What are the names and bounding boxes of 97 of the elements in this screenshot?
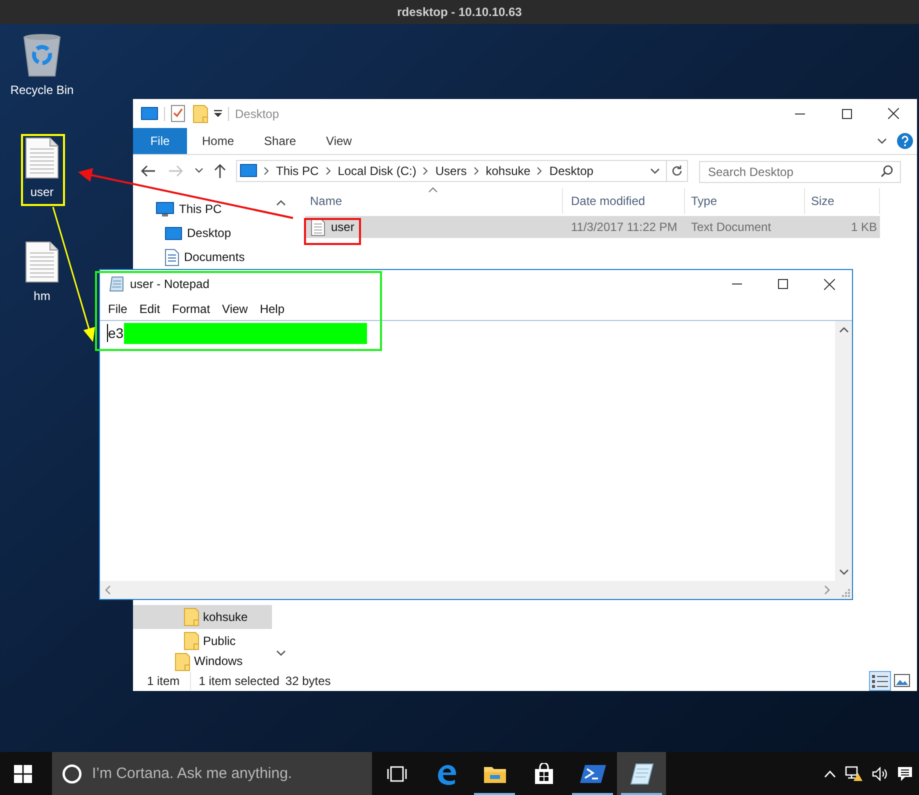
nav-item[interactable]: Documents	[133, 245, 272, 269]
sort-ascending-icon	[428, 187, 438, 193]
expand-ribbon-icon[interactable]	[877, 138, 887, 144]
help-icon[interactable]	[897, 133, 913, 149]
file-row[interactable]: user 11/3/2017 11:22 PM Text Document 1 KB	[305, 216, 880, 238]
resize-grip-icon[interactable]	[842, 589, 850, 597]
shopping-bag-icon[interactable]	[534, 762, 554, 784]
maximize-icon[interactable]	[778, 279, 788, 289]
text-file-icon[interactable]	[25, 241, 59, 283]
ribbon-tab[interactable]: Home	[187, 128, 250, 154]
desktop-icon-label[interactable]: user	[30, 185, 54, 199]
ribbon-tab[interactable]: File	[133, 128, 187, 154]
up-arrow-icon[interactable]	[214, 164, 226, 178]
notepad-button[interactable]	[617, 752, 666, 795]
selection-count: 1 item selected	[198, 672, 280, 690]
details-view-button[interactable]	[869, 670, 891, 690]
notifications-icon[interactable]	[897, 766, 913, 782]
terminal-icon[interactable]	[580, 764, 606, 784]
ribbon-tab[interactable]: View	[311, 128, 367, 154]
computer-icon	[240, 164, 257, 177]
breadcrumb-item[interactable]: Desktop	[549, 162, 594, 180]
customize-dropdown-icon[interactable]	[214, 110, 222, 118]
column-header[interactable]: Name	[290, 188, 563, 214]
window-title: user - Notepad	[130, 276, 210, 293]
menu-item[interactable]: View	[216, 300, 254, 318]
desktop-icon-label[interactable]: Recycle Bin	[10, 83, 74, 97]
properties-icon[interactable]	[171, 105, 185, 122]
nav-item[interactable]: Desktop	[133, 221, 272, 245]
menu-item[interactable]: File	[102, 300, 134, 318]
menu-item[interactable]: Edit	[133, 300, 166, 318]
menu-item[interactable]: Help	[254, 300, 291, 318]
session-title: rdesktop - 10.10.10.63	[397, 4, 522, 21]
notepad-icon[interactable]	[630, 762, 654, 784]
cortana-search-field[interactable]: I’m Cortana. Ask me anything.	[52, 752, 372, 795]
maximize-icon[interactable]	[842, 108, 852, 118]
file-size: 1 KB	[850, 219, 877, 236]
desktop-icon-label[interactable]: hm	[34, 289, 50, 303]
column-header[interactable]: Date modified	[563, 188, 685, 214]
scroll-up-icon[interactable]	[276, 200, 286, 206]
nav-item[interactable]: Public	[133, 629, 272, 653]
text-area[interactable]: e3	[100, 321, 835, 581]
column-header[interactable]: Type	[685, 188, 805, 214]
recent-locations-icon[interactable]	[195, 168, 203, 173]
breadcrumb-item[interactable]: Local Disk (C:)	[338, 162, 416, 180]
windows-logo-icon[interactable]	[14, 764, 32, 782]
search-icon[interactable]	[881, 164, 893, 176]
computer-icon	[141, 107, 158, 120]
desktop-icon	[165, 226, 182, 240]
refresh-icon[interactable]	[671, 164, 683, 176]
chevron-right-icon[interactable]	[537, 166, 542, 174]
back-arrow-icon[interactable]	[141, 164, 155, 176]
item-count: 1 item	[133, 672, 191, 690]
address-bar[interactable]: This PC Local Disk (C:) Users kohsuke Desktop	[236, 160, 688, 182]
computer-icon	[156, 202, 174, 216]
chevron-right-icon[interactable]	[264, 166, 269, 174]
highlight-frame	[304, 218, 361, 245]
recycle-bin-icon[interactable]	[22, 33, 62, 77]
file-type: Text Document	[690, 219, 772, 236]
close-icon[interactable]	[824, 278, 834, 290]
scrollbar[interactable]	[835, 321, 852, 581]
cortana-icon[interactable]	[62, 764, 82, 784]
scroll-up-icon[interactable]	[838, 327, 848, 333]
column-header[interactable]: Size	[805, 188, 880, 214]
nav-item[interactable]: This PC	[133, 197, 272, 221]
search-field[interactable]: Search Desktop	[699, 160, 901, 182]
breadcrumb-item[interactable]: Users	[435, 162, 467, 180]
document-text: e3	[108, 324, 124, 343]
highlight-frame	[21, 134, 65, 206]
volume-icon[interactable]	[872, 766, 888, 780]
window-title: Desktop	[235, 106, 280, 122]
breadcrumb-item[interactable]: kohsuke	[486, 162, 530, 180]
chevron-right-icon[interactable]	[326, 166, 331, 174]
chevron-right-icon[interactable]	[423, 166, 428, 174]
text-cursor	[107, 324, 108, 342]
nav-item[interactable]: kohsuke	[133, 605, 272, 629]
document-icon	[165, 248, 179, 266]
ribbon-tab[interactable]: Share	[249, 128, 312, 154]
file-name: user	[331, 219, 354, 236]
new-folder-icon	[193, 104, 208, 122]
notepad-icon	[109, 276, 124, 292]
menu-item[interactable]: Format	[166, 300, 216, 318]
scroll-down-icon[interactable]	[276, 650, 286, 656]
task-view-icon[interactable]	[386, 766, 406, 782]
text-file-icon[interactable]	[25, 137, 59, 179]
scroll-down-icon[interactable]	[838, 569, 848, 575]
address-history-icon[interactable]	[650, 168, 660, 174]
selection-size: 32 bytes	[284, 672, 331, 690]
network-warning-icon[interactable]	[845, 766, 863, 782]
breadcrumb-item[interactable]: This PC	[276, 162, 319, 180]
date-modified: 11/3/2017 11:22 PM	[570, 219, 678, 236]
chevron-up-icon[interactable]	[824, 770, 836, 778]
nav-item[interactable]: Windows	[133, 653, 272, 670]
chevron-right-icon[interactable]	[474, 166, 479, 174]
folder-icon	[175, 653, 190, 671]
folder-icon	[184, 608, 199, 626]
folder-icon	[184, 632, 199, 650]
close-icon[interactable]	[888, 108, 899, 119]
